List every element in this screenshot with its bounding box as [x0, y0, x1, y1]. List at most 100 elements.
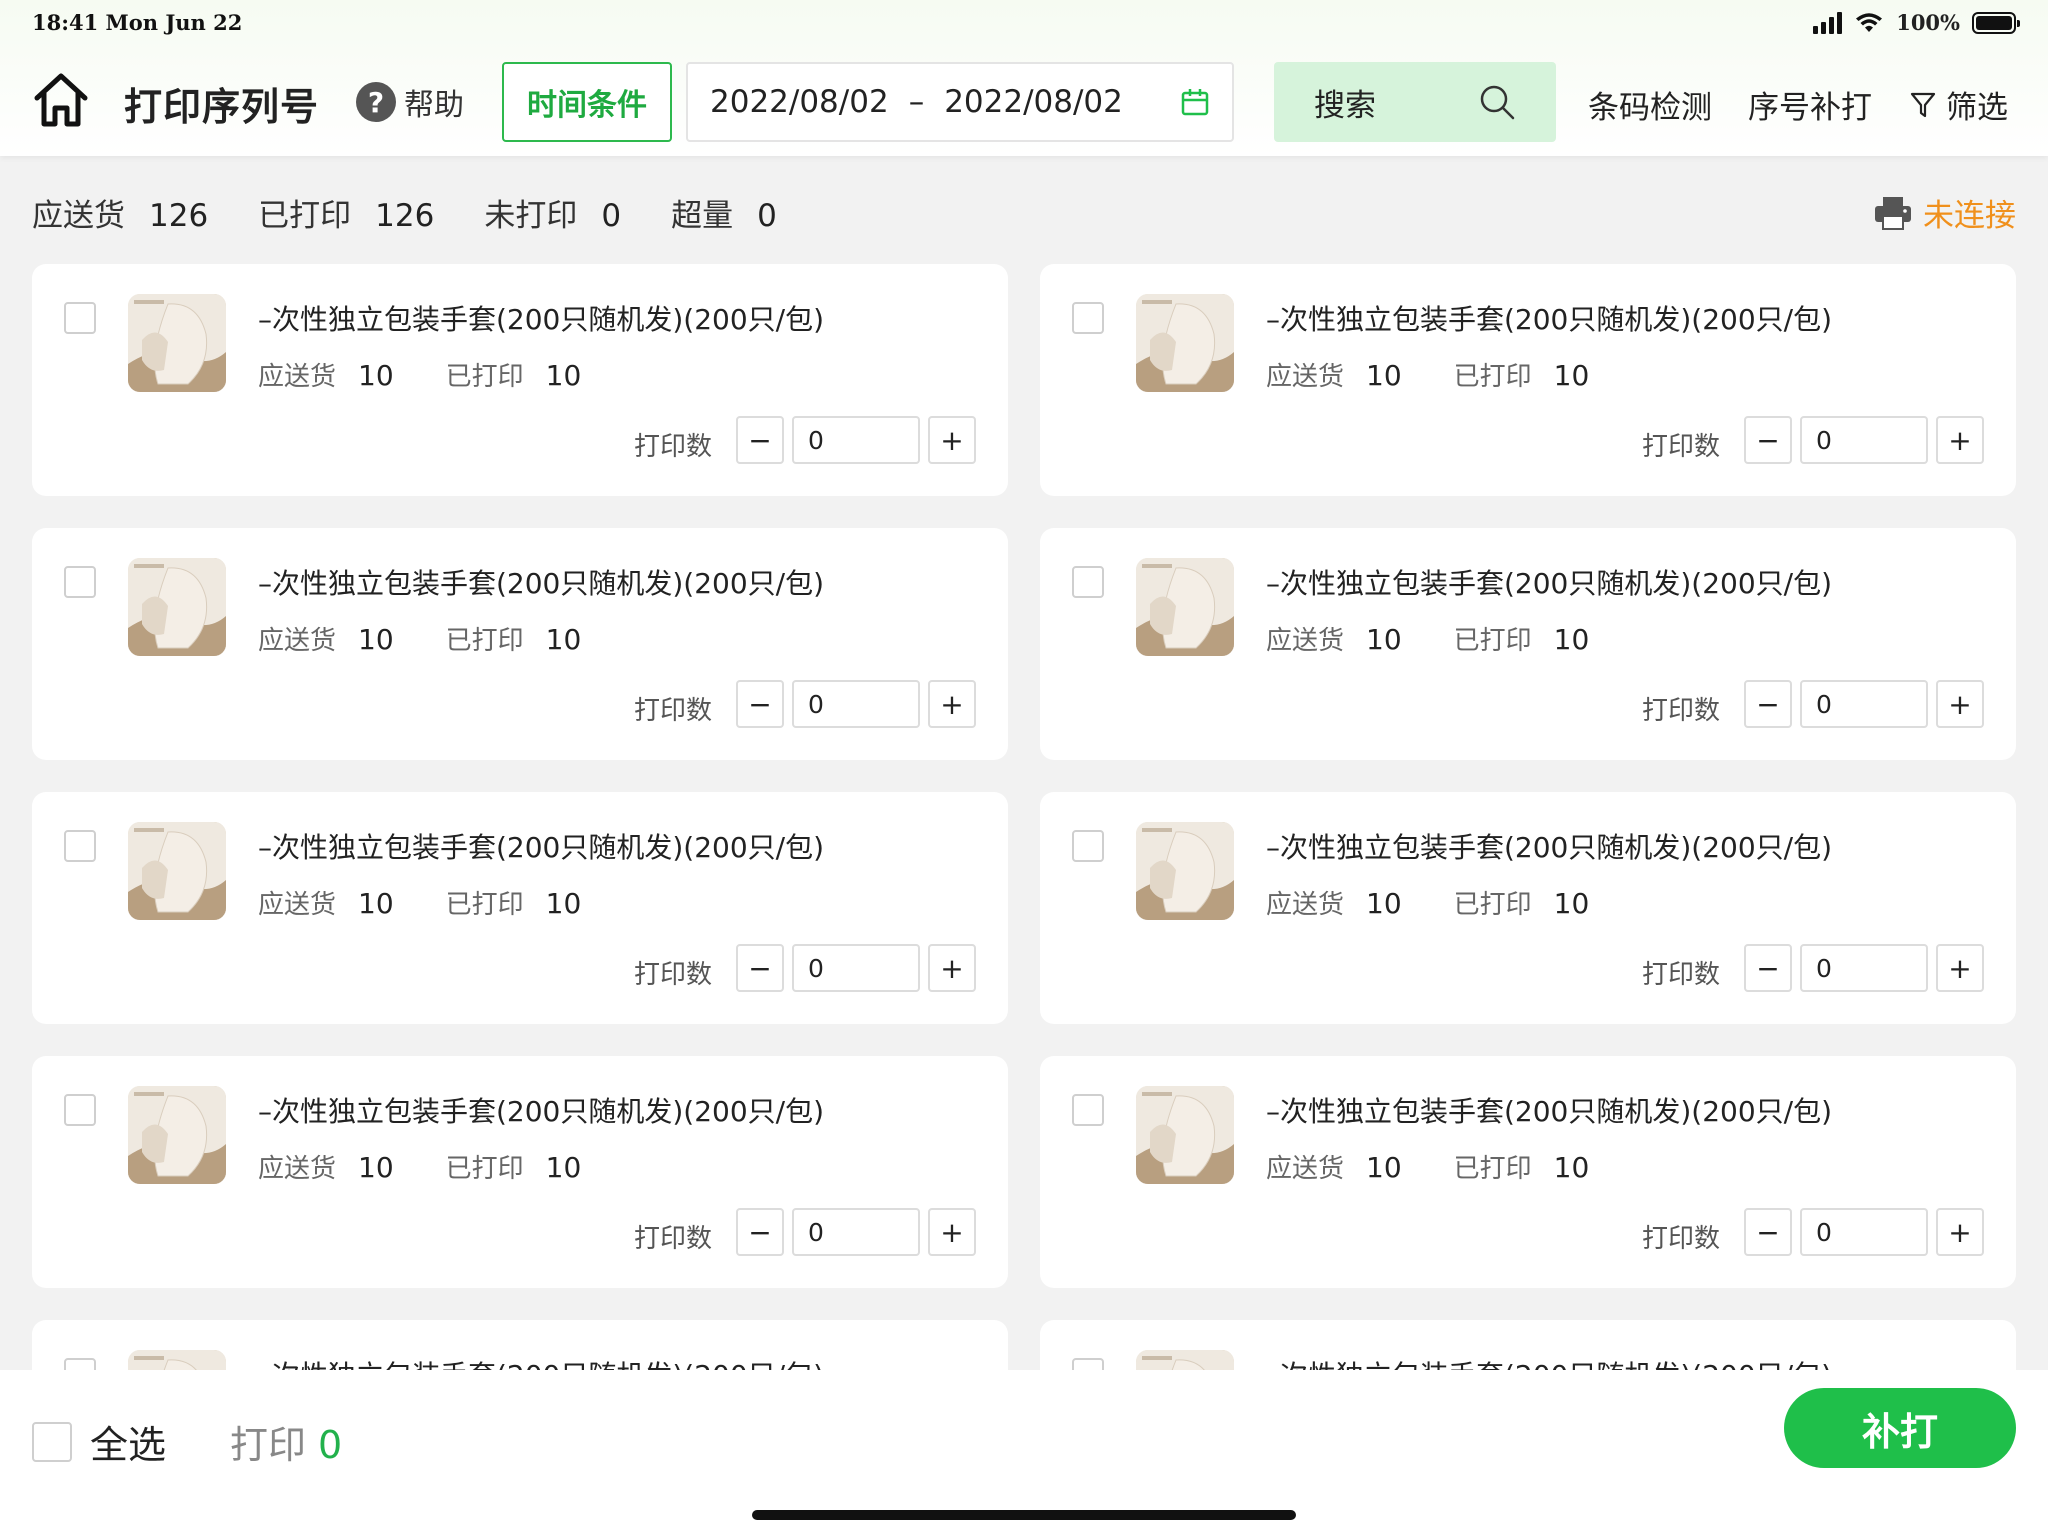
ship-label: 应送货 — [258, 890, 337, 920]
date-range-picker[interactable]: 2022/08/02 – 2022/08/02 — [686, 62, 1234, 142]
printed-label: 已打印 — [1453, 626, 1532, 656]
product-card[interactable]: –次性独立包装手套(200只随机发)(200只/包)应送货10已打印10打印数−… — [32, 792, 1008, 1024]
should-ship-label: 应送货 — [32, 198, 125, 234]
battery-icon — [1972, 11, 2020, 34]
time-condition-button[interactable]: 时间条件 — [502, 62, 672, 142]
increment-button[interactable]: + — [928, 680, 976, 728]
product-card[interactable]: –次性独立包装手套(200只随机发)(200只/包)应送货10已打印10打印数−… — [32, 528, 1008, 760]
print-quantity-input[interactable] — [1800, 680, 1928, 728]
ship-value: 10 — [1366, 623, 1402, 656]
unprinted-label: 未打印 — [484, 198, 578, 234]
product-thumbnail — [1136, 822, 1234, 920]
printed-label: 已打印 — [1453, 890, 1532, 920]
reprint-button[interactable]: 补打 — [1784, 1388, 2016, 1468]
printed-value: 10 — [545, 1151, 582, 1184]
print-quantity-input[interactable] — [1800, 944, 1928, 992]
decrement-button[interactable]: − — [736, 416, 784, 464]
print-quantity-input[interactable] — [792, 680, 920, 728]
product-card[interactable]: –次性独立包装手套(200只随机发)(200只/包)应送货10已打印10打印数−… — [1040, 1056, 2016, 1288]
product-card[interactable]: –次性独立包装手套(200只随机发)(200只/包)应送货10已打印10打印数−… — [32, 1320, 1008, 1370]
decrement-button[interactable]: − — [736, 1208, 784, 1256]
print-quantity-input[interactable] — [792, 1208, 920, 1256]
barcode-check-link[interactable]: 条码检测 — [1588, 82, 1712, 127]
printed-label: 已打印 — [445, 1154, 524, 1184]
calendar-icon[interactable] — [1180, 87, 1210, 117]
signal-icon — [1813, 11, 1843, 34]
search-button[interactable]: 搜索 — [1274, 62, 1556, 142]
product-checkbox[interactable] — [64, 1358, 96, 1370]
ship-label: 应送货 — [258, 362, 337, 392]
increment-button[interactable]: + — [928, 944, 976, 992]
product-card[interactable]: –次性独立包装手套(200只随机发)(200只/包)应送货10已打印10打印数−… — [32, 264, 1008, 496]
decrement-button[interactable]: − — [1744, 680, 1792, 728]
product-stats: 应送货 10 已打印 10 — [1266, 1148, 1641, 1185]
printed-value: 10 — [1553, 359, 1590, 392]
ship-label: 应送货 — [1266, 362, 1345, 392]
select-all-box[interactable] — [32, 1421, 72, 1462]
product-card[interactable]: –次性独立包装手套(200只随机发)(200只/包)应送货10已打印10打印数−… — [1040, 528, 2016, 760]
status-time: 18:41 Mon Jun 22 — [32, 10, 243, 35]
serial-reprint-link[interactable]: 序号补打 — [1748, 82, 1872, 127]
summary-bar: 应送货 126 已打印 126 未打印 0 超量 0 — [32, 190, 827, 235]
print-count-value: 0 — [318, 1423, 343, 1467]
battery-percent: 100% — [1896, 10, 1960, 35]
home-indicator — [752, 1510, 1296, 1520]
product-checkbox[interactable] — [1072, 830, 1104, 862]
product-checkbox[interactable] — [64, 830, 96, 862]
print-quantity-input[interactable] — [792, 944, 920, 992]
increment-button[interactable]: + — [928, 416, 976, 464]
increment-button[interactable]: + — [928, 1208, 976, 1256]
decrement-button[interactable]: − — [1744, 416, 1792, 464]
decrement-button[interactable]: − — [1744, 944, 1792, 992]
filter-button[interactable]: 筛选 — [1910, 82, 2008, 127]
product-checkbox[interactable] — [64, 1094, 96, 1126]
select-all-checkbox[interactable]: 全选 — [32, 1414, 166, 1469]
print-quantity-input[interactable] — [792, 416, 920, 464]
printed-value: 126 — [375, 198, 435, 234]
ship-value: 10 — [358, 887, 394, 920]
increment-button[interactable]: + — [1936, 1208, 1984, 1256]
product-card[interactable]: –次性独立包装手套(200只随机发)(200只/包)应送货10已打印10打印数−… — [1040, 792, 2016, 1024]
print-count-label: 打印数 — [634, 696, 713, 726]
filter-label: 筛选 — [1946, 90, 2008, 126]
print-quantity-input[interactable] — [1800, 1208, 1928, 1256]
date-end: 2022/08/02 — [944, 84, 1123, 120]
ship-value: 10 — [358, 623, 394, 656]
product-checkbox[interactable] — [1072, 566, 1104, 598]
product-stats: 应送货 10 已打印 10 — [1266, 884, 1641, 921]
product-checkbox[interactable] — [1072, 1358, 1104, 1370]
product-checkbox[interactable] — [64, 566, 96, 598]
print-quantity-input[interactable] — [1800, 416, 1928, 464]
help-circle-icon: ? — [356, 82, 396, 122]
ship-value: 10 — [1366, 887, 1402, 920]
product-thumbnail — [128, 558, 226, 656]
printed-label: 已打印 — [1453, 1154, 1532, 1184]
product-stats: 应送货 10 已打印 10 — [258, 884, 633, 921]
ship-label: 应送货 — [1266, 1154, 1345, 1184]
product-checkbox[interactable] — [64, 302, 96, 334]
search-icon — [1480, 85, 1515, 120]
product-card[interactable]: –次性独立包装手套(200只随机发)(200只/包)应送货10已打印10打印数−… — [1040, 1320, 2016, 1370]
print-count-label: 打印数 — [634, 432, 713, 462]
printed-value: 10 — [1553, 887, 1590, 920]
home-icon[interactable] — [32, 70, 90, 130]
increment-button[interactable]: + — [1936, 944, 1984, 992]
printer-status[interactable]: 未连接 — [1873, 190, 2016, 235]
printed-label: 已打印 — [258, 198, 352, 234]
product-grid: –次性独立包装手套(200只随机发)(200只/包) 应送货 10 已打印 10 打印数 −… — [32, 264, 2016, 1370]
product-card[interactable]: –次性独立包装手套(200只随机发)(200只/包)应送货10已打印10打印数−… — [32, 1056, 1008, 1288]
help-button[interactable]: ? 帮助 — [356, 80, 464, 124]
date-separator: – — [908, 84, 925, 120]
status-indicators: 100% — [1813, 10, 2020, 35]
increment-button[interactable]: + — [1936, 680, 1984, 728]
product-checkbox[interactable] — [1072, 302, 1104, 334]
product-name: –次性独立包装手套(200只随机发)(200只/包) — [1266, 567, 1833, 600]
increment-button[interactable]: + — [1936, 416, 1984, 464]
decrement-button[interactable]: − — [736, 944, 784, 992]
product-card[interactable]: –次性独立包装手套(200只随机发)(200只/包)应送货10已打印10打印数−… — [1040, 264, 2016, 496]
decrement-button[interactable]: − — [1744, 1208, 1792, 1256]
ship-label: 应送货 — [1266, 626, 1345, 656]
product-name: –次性独立包装手套(200只随机发)(200只/包) — [1266, 831, 1833, 864]
product-checkbox[interactable] — [1072, 1094, 1104, 1126]
decrement-button[interactable]: − — [736, 680, 784, 728]
